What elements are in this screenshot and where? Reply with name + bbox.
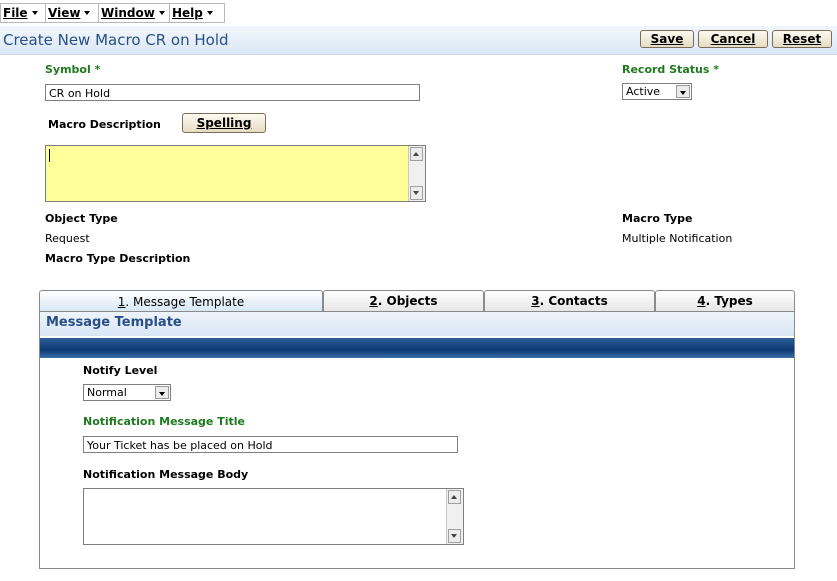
macro-type-description-label: Macro Type Description <box>45 252 191 265</box>
scrollbar[interactable] <box>408 146 425 201</box>
chevron-down-icon <box>206 11 213 15</box>
scroll-down-icon[interactable] <box>448 529 461 543</box>
chevron-down-icon[interactable] <box>155 386 169 399</box>
notify-level-label: Notify Level <box>83 364 158 377</box>
menu-window-label: Window <box>101 6 155 20</box>
tab-number: 3 <box>531 294 540 308</box>
object-type-value: Request <box>45 232 90 245</box>
chevron-down-icon <box>158 11 165 15</box>
macro-type-value: Multiple Notification <box>622 232 733 245</box>
reset-button[interactable]: Reset <box>772 30 832 48</box>
chevron-down-icon <box>84 11 91 15</box>
tab-label: . Contacts <box>539 294 608 308</box>
chevron-down-icon <box>31 11 38 15</box>
text-cursor <box>49 149 50 162</box>
tab-number: 4 <box>697 294 706 308</box>
tab-types[interactable]: 4. Types <box>655 290 795 311</box>
menu-help-label: Help <box>172 6 203 20</box>
tab-label: . Objects <box>377 294 438 308</box>
notification-body-label: Notification Message Body <box>83 468 249 481</box>
macro-description-textarea[interactable] <box>45 145 426 202</box>
scroll-down-icon[interactable] <box>410 186 423 200</box>
spelling-button[interactable]: Spelling <box>182 113 266 133</box>
save-button[interactable]: Save <box>640 30 694 48</box>
tab-label: . Message Template <box>125 294 245 309</box>
section-header-bar <box>40 338 794 358</box>
macro-description-label: Macro Description <box>48 118 161 131</box>
record-status-label: Record Status * <box>622 63 719 76</box>
menu-help[interactable]: Help <box>170 3 225 23</box>
scroll-up-icon[interactable] <box>410 147 423 161</box>
menu-file-label: File <box>3 6 28 20</box>
tab-message-template[interactable]: 1. Message Template <box>39 290 323 312</box>
chevron-down-icon[interactable] <box>676 85 690 98</box>
menu-file[interactable]: File <box>0 3 46 23</box>
object-type-label: Object Type <box>45 212 118 225</box>
tab-objects[interactable]: 2. Objects <box>323 290 484 311</box>
symbol-label: Symbol * <box>45 63 101 76</box>
symbol-input[interactable]: CR on Hold <box>45 84 420 101</box>
menu-view[interactable]: View <box>46 3 99 23</box>
cancel-button[interactable]: Cancel <box>698 30 768 48</box>
page-title: Create New Macro CR on Hold <box>3 31 229 49</box>
menu-view-label: View <box>48 6 81 20</box>
scrollbar[interactable] <box>446 489 463 544</box>
tab-number: 2 <box>369 294 378 308</box>
tab-contacts[interactable]: 3. Contacts <box>484 290 655 311</box>
menu-bar: File View Window Help <box>0 3 225 23</box>
section-header: Message Template <box>40 312 794 336</box>
menu-window[interactable]: Window <box>99 3 170 23</box>
notify-level-value: Normal <box>87 386 127 399</box>
record-status-value: Active <box>626 85 661 98</box>
record-status-select[interactable]: Active <box>622 83 692 100</box>
macro-type-label: Macro Type <box>622 212 693 225</box>
tab-number: 1 <box>117 294 126 309</box>
scroll-up-icon[interactable] <box>448 490 461 504</box>
notification-body-textarea[interactable] <box>83 488 464 545</box>
notification-title-label: Notification Message Title <box>83 415 245 428</box>
tab-label: . Types <box>705 294 753 308</box>
notification-title-input[interactable]: Your Ticket has be placed on Hold <box>83 436 458 453</box>
notify-level-select[interactable]: Normal <box>83 384 171 401</box>
